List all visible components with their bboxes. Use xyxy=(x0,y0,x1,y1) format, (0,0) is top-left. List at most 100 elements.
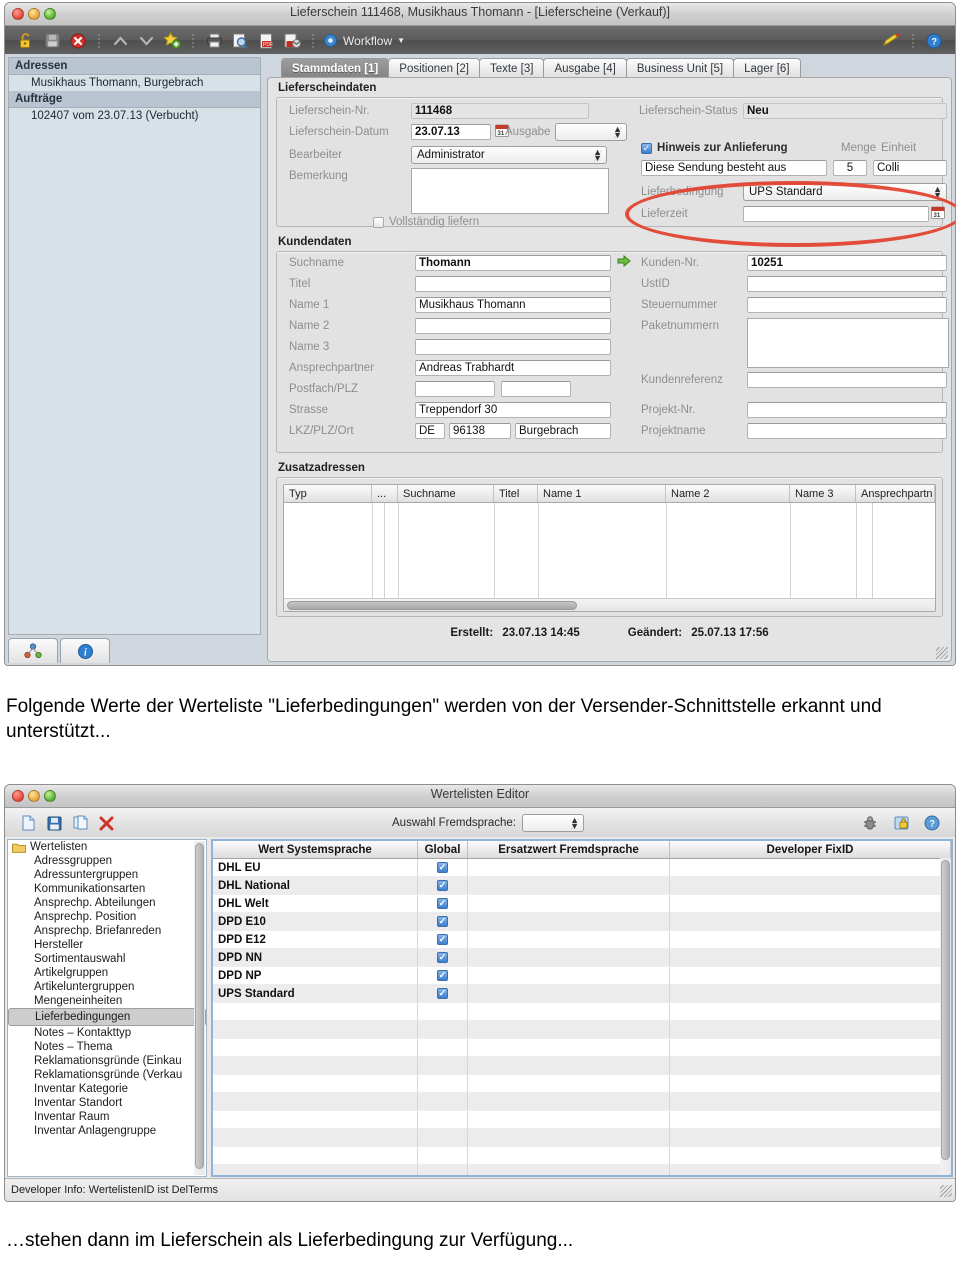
cell-empty[interactable] xyxy=(468,1057,670,1074)
tree-item[interactable]: Ansprechp. Position xyxy=(8,910,206,924)
tree-item[interactable]: Adressuntergruppen xyxy=(8,868,206,882)
ansprechpartner-field[interactable]: Andreas Trabhardt xyxy=(415,360,611,376)
ausgabe-select[interactable]: ▲ ▼ xyxy=(555,123,627,141)
cell-empty[interactable] xyxy=(670,1129,951,1146)
global-checkbox[interactable]: ✓ xyxy=(437,988,448,999)
menge-field[interactable]: 5 xyxy=(833,160,867,176)
cell-ersatzwert-fremdsprache[interactable] xyxy=(468,949,670,966)
cell-empty[interactable] xyxy=(670,1111,951,1128)
table-row-empty[interactable] xyxy=(213,1129,951,1147)
table-row-empty[interactable] xyxy=(213,1057,951,1075)
cell-empty[interactable] xyxy=(213,1003,418,1020)
tree-item[interactable]: Sortimentauswahl xyxy=(8,952,206,966)
cell-empty[interactable] xyxy=(213,1093,418,1110)
tree-item[interactable]: Adressgruppen xyxy=(8,854,206,868)
global-checkbox[interactable]: ✓ xyxy=(437,952,448,963)
cell-empty[interactable] xyxy=(670,1021,951,1038)
help-icon[interactable]: ? xyxy=(923,31,945,51)
cell-global-checkbox[interactable]: ✓ xyxy=(418,985,468,1002)
cell-empty[interactable] xyxy=(670,1075,951,1092)
hinweis-anlieferung-checkbox[interactable]: ✓ xyxy=(641,142,652,154)
table-row[interactable]: UPS Standard ✓ xyxy=(213,985,951,1003)
cell-empty[interactable] xyxy=(468,1093,670,1110)
cell-ersatzwert-fremdsprache[interactable] xyxy=(468,985,670,1002)
col-wert-systemsprache[interactable]: Wert Systemsprache xyxy=(213,841,418,858)
tree-root-wertelisten[interactable]: Wertelisten xyxy=(8,840,206,854)
sidebar-item-address[interactable]: Musikhaus Thomann, Burgebrach xyxy=(9,75,260,91)
cell-global-checkbox[interactable]: ✓ xyxy=(418,967,468,984)
col-name-1[interactable]: Name 1 xyxy=(538,485,666,502)
table-row-empty[interactable] xyxy=(213,1075,951,1093)
bearbeiter-select[interactable]: Administrator ▲ ▼ xyxy=(411,146,607,164)
cell-empty[interactable] xyxy=(468,1075,670,1092)
cell-empty[interactable] xyxy=(213,1021,418,1038)
calendar-icon[interactable]: 31 xyxy=(931,205,945,224)
vollstaendig-liefern-checkbox-row[interactable]: ✓ Vollständig liefern xyxy=(373,216,479,228)
cell-empty[interactable] xyxy=(670,1039,951,1056)
cell-wert-systemsprache[interactable]: DHL EU xyxy=(213,859,418,876)
cell-empty[interactable] xyxy=(670,1147,951,1164)
cell-empty[interactable] xyxy=(213,1129,418,1146)
table-row[interactable]: DPD NP ✓ xyxy=(213,967,951,985)
tab-stammdaten[interactable]: Stammdaten [1] xyxy=(281,58,390,78)
tree-item[interactable]: Artikeluntergruppen xyxy=(8,980,206,994)
cell-empty[interactable] xyxy=(468,1129,670,1146)
cell-empty[interactable] xyxy=(670,1165,951,1175)
scrollbar-thumb[interactable] xyxy=(287,601,577,610)
col-dots[interactable]: ... xyxy=(372,485,398,502)
ustid-field[interactable] xyxy=(747,276,947,292)
lieferbedingung-select[interactable]: UPS Standard ▲ ▼ xyxy=(743,183,947,201)
help-icon[interactable]: ? xyxy=(921,813,943,833)
tab-texte[interactable]: Texte [3] xyxy=(478,58,545,78)
table-row-empty[interactable] xyxy=(213,1039,951,1057)
global-checkbox[interactable]: ✓ xyxy=(437,934,448,945)
tree-item[interactable]: Inventar Standort xyxy=(8,1096,206,1110)
col-typ[interactable]: Typ xyxy=(284,485,372,502)
resize-grip[interactable] xyxy=(940,1185,952,1197)
col-global[interactable]: Global xyxy=(418,841,468,858)
delete-cancel-icon[interactable] xyxy=(67,31,89,51)
cell-global-checkbox[interactable]: ✓ xyxy=(418,949,468,966)
name-1-field[interactable]: Musikhaus Thomann xyxy=(415,297,611,313)
tree-item[interactable]: Kommunikationsarten xyxy=(8,882,206,896)
pdf-mail-icon[interactable] xyxy=(281,31,303,51)
cell-empty[interactable] xyxy=(213,1057,418,1074)
cell-empty[interactable] xyxy=(468,1165,670,1175)
duplicate-icon[interactable] xyxy=(69,813,91,833)
cell-ersatzwert-fremdsprache[interactable] xyxy=(468,877,670,894)
cell-global-checkbox[interactable]: ✓ xyxy=(418,895,468,912)
cell-developer-fixid[interactable] xyxy=(670,985,951,1002)
tree-item[interactable]: Inventar Raum xyxy=(8,1110,206,1124)
lieferschein-datum-field[interactable]: 23.07.13 xyxy=(411,124,491,140)
tree-item[interactable]: Notes – Kontakttyp xyxy=(8,1026,206,1040)
kundenreferenz-field[interactable] xyxy=(747,372,947,388)
lkz-field[interactable]: DE xyxy=(415,423,445,439)
cell-empty[interactable] xyxy=(670,1057,951,1074)
table-row[interactable]: DHL Welt ✓ xyxy=(213,895,951,913)
cell-empty[interactable] xyxy=(418,1147,468,1164)
table-row-empty[interactable] xyxy=(213,1111,951,1129)
kunden-nr-field[interactable]: 10251 xyxy=(747,255,947,271)
suchname-field[interactable]: Thomann xyxy=(415,255,611,271)
strasse-field[interactable]: Treppendorf 30 xyxy=(415,402,611,418)
projektname-field[interactable] xyxy=(747,423,947,439)
cell-wert-systemsprache[interactable]: UPS Standard xyxy=(213,985,418,1002)
table-row-empty[interactable] xyxy=(213,1165,951,1175)
tree-item[interactable]: Ansprechp. Briefanreden xyxy=(8,924,206,938)
cell-empty[interactable] xyxy=(213,1165,418,1175)
cell-ersatzwert-fremdsprache[interactable] xyxy=(468,859,670,876)
cell-developer-fixid[interactable] xyxy=(670,967,951,984)
scrollbar-thumb[interactable] xyxy=(941,860,950,1160)
save-disk-icon[interactable] xyxy=(41,31,63,51)
table-row-empty[interactable] xyxy=(213,1021,951,1039)
cell-empty[interactable] xyxy=(468,1147,670,1164)
global-checkbox[interactable]: ✓ xyxy=(437,916,448,927)
cell-empty[interactable] xyxy=(418,1165,468,1175)
debug-bug-icon[interactable] xyxy=(859,813,881,833)
table-row[interactable]: DPD NN ✓ xyxy=(213,949,951,967)
cell-developer-fixid[interactable] xyxy=(670,859,951,876)
table-row[interactable]: DHL National ✓ xyxy=(213,877,951,895)
cell-empty[interactable] xyxy=(670,1003,951,1020)
col-ansprechpartner[interactable]: Ansprechpartn xyxy=(856,485,935,502)
hinweis-text-field[interactable]: Diese Sendung besteht aus xyxy=(641,160,827,176)
